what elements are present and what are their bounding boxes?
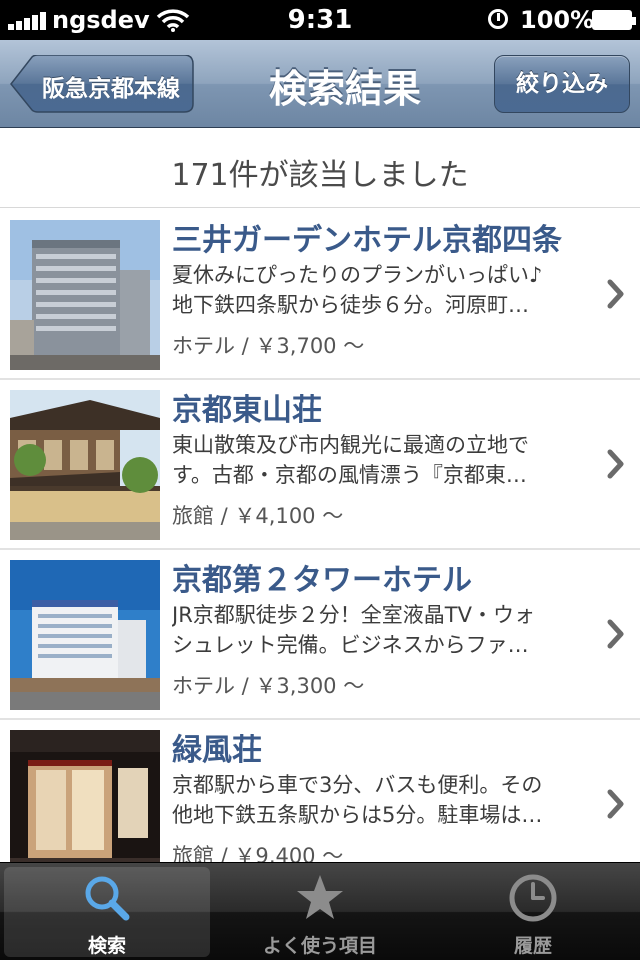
- description-line: 他地下鉄五条駅からは5分。駐車場は…: [172, 803, 543, 827]
- hotel-type-price: ホテル / ￥3,300 ～: [172, 674, 365, 698]
- list-item[interactable]: 緑風荘 京都駅から車で3分、バスも便利。その 他地下鉄五条駅からは5分。駐車場は…: [0, 720, 640, 862]
- description-line: 地下鉄四条駅から徒歩６分。河原町…: [172, 293, 529, 317]
- chevron-right-icon: [607, 279, 624, 309]
- result-count: 171件が該当しました: [171, 158, 469, 193]
- description-line: 夏休みにぴったりのプランがいっぱい♪: [172, 263, 543, 287]
- chevron-right-icon: [607, 619, 624, 649]
- hotel-type-price: 旅館 / ￥4,100 ～: [172, 504, 344, 528]
- navigation-bar: 阪急京都本線 検索結果 絞り込み: [0, 40, 640, 128]
- hotel-name: 京都東山荘: [172, 393, 322, 428]
- battery-percentage: 100%: [520, 6, 595, 34]
- tab-favorites[interactable]: よく使う項目: [217, 867, 423, 957]
- hotel-thumbnail: [10, 220, 160, 370]
- hotel-thumbnail: [10, 560, 160, 710]
- page-title: 検索結果: [268, 67, 421, 111]
- description-line: 東山散策及び市内観光に最適の立地で: [172, 433, 529, 457]
- description-line: す。古都・京都の風情漂う『京都東…: [172, 463, 527, 487]
- description-line: シュレット完備。ビジネスからファ…: [172, 633, 529, 657]
- chevron-right-icon: [607, 449, 624, 479]
- clock-icon: [509, 874, 557, 922]
- hotel-name: 三井ガーデンホテル京都四条: [172, 223, 562, 258]
- tab-history[interactable]: 履歴: [430, 867, 636, 957]
- hotel-description: 夏休みにぴったりのプランがいっぱい♪ 地下鉄四条駅から徒歩６分。河原町…: [172, 260, 590, 320]
- hotel-thumbnail: [10, 730, 160, 862]
- hotel-description: 京都駅から車で3分、バスも便利。その 他地下鉄五条駅からは5分。駐車場は…: [172, 770, 590, 830]
- result-count-header: 171件が該当しました: [0, 128, 640, 208]
- alarm-clock-icon: [488, 9, 508, 29]
- list-item[interactable]: 三井ガーデンホテル京都四条 夏休みにぴったりのプランがいっぱい♪ 地下鉄四条駅か…: [0, 210, 640, 380]
- status-bar: ngsdev 9:31 100%: [0, 0, 640, 40]
- hotel-type-price: ホテル / ￥3,700 ～: [172, 334, 365, 358]
- tab-search[interactable]: 検索: [4, 867, 210, 957]
- hotel-name: 京都第２タワーホテル: [172, 563, 472, 598]
- description-line: 京都駅から車で3分、バスも便利。その: [172, 773, 543, 797]
- tab-label: よく使う項目: [262, 935, 377, 957]
- tab-label: 履歴: [513, 935, 552, 957]
- battery-icon: [592, 10, 636, 30]
- hotel-description: JR京都駅徒歩２分！全室液晶TV・ウォ シュレット完備。ビジネスからファ…: [172, 600, 590, 660]
- search-icon: [85, 876, 130, 921]
- tab-bar: 検索 よく使う項目 履歴: [0, 862, 640, 960]
- back-button-label: 阪急京都本線: [42, 76, 180, 102]
- description-line: JR京都駅徒歩２分！全室液晶TV・ウォ: [172, 603, 535, 627]
- results-list[interactable]: 三井ガーデンホテル京都四条 夏休みにぴったりのプランがいっぱい♪ 地下鉄四条駅か…: [0, 210, 640, 862]
- list-item[interactable]: 京都第２タワーホテル JR京都駅徒歩２分！全室液晶TV・ウォ シュレット完備。ビ…: [0, 550, 640, 720]
- chevron-right-icon: [607, 789, 624, 819]
- hotel-description: 東山散策及び市内観光に最適の立地で す。古都・京都の風情漂う『京都東…: [172, 430, 590, 490]
- hotel-type-price: 旅館 / ￥9,400 ～: [172, 844, 344, 862]
- filter-button[interactable]: 絞り込み: [494, 55, 630, 113]
- tab-label: 検索: [87, 935, 126, 957]
- back-button[interactable]: 阪急京都本線: [10, 55, 194, 113]
- list-item[interactable]: 京都東山荘 東山散策及び市内観光に最適の立地で す。古都・京都の風情漂う『京都東…: [0, 380, 640, 550]
- star-icon: [297, 875, 343, 919]
- hotel-thumbnail: [10, 390, 160, 540]
- hotel-name: 緑風荘: [172, 733, 262, 768]
